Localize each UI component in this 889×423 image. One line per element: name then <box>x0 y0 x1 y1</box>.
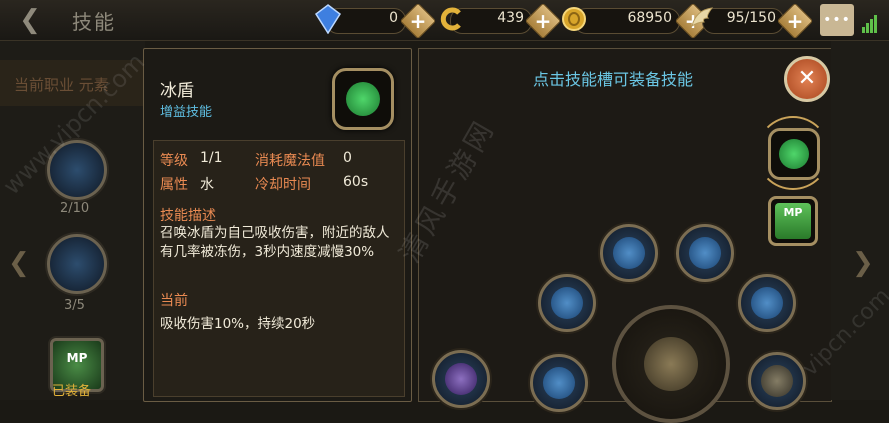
mana-value: 0 <box>343 150 352 166</box>
mana-label: 消耗魔法值 <box>255 153 325 169</box>
chevron-right-icon[interactable]: ❯ <box>852 248 874 278</box>
cooldown-value: 60s <box>343 174 369 190</box>
attribute-label: 属性 <box>160 177 188 193</box>
skill-slot-7[interactable] <box>748 352 806 410</box>
gold-c-icon <box>438 4 466 34</box>
attribute-value: 水 <box>200 177 214 193</box>
skill-slot-6[interactable] <box>530 354 588 412</box>
equip-title: 点击技能槽可装备技能 <box>532 70 693 89</box>
skill-slot-4[interactable] <box>738 274 796 332</box>
skill-node-2-count: 3/5 <box>64 298 85 313</box>
mp-badge: MP <box>66 351 88 365</box>
wing-icon <box>688 4 716 34</box>
equipped-label: 已装备 <box>52 384 92 399</box>
level-label: 等级 <box>160 153 188 169</box>
chevron-left-icon[interactable]: ❮ <box>8 248 30 278</box>
basic-attack-slot[interactable] <box>612 305 730 423</box>
gold-coin-icon <box>560 4 588 34</box>
ice-shield-icon <box>332 68 394 130</box>
description-title: 技能描述 <box>160 208 216 224</box>
close-icon: ✕ <box>797 66 817 91</box>
skill-slot-3[interactable] <box>538 274 596 332</box>
skill-name: 冰盾 <box>160 81 194 101</box>
skill-slot-5[interactable] <box>432 350 490 408</box>
skill-slot-1[interactable] <box>600 224 658 282</box>
chat-button[interactable]: ••• <box>820 4 854 36</box>
current-title: 当前 <box>160 293 188 309</box>
page-title: 技能 <box>72 10 116 34</box>
equipped-ice-shield-slot[interactable] <box>768 128 820 180</box>
current-text: 吸收伤害10%，持续20秒 <box>160 316 316 332</box>
chat-icon: ••• <box>823 12 851 28</box>
signal-icon <box>862 14 878 33</box>
back-arrow-icon[interactable]: ❮ <box>8 6 52 34</box>
skill-type: 增益技能 <box>160 105 213 120</box>
stamina-value: 95/150 <box>726 10 776 26</box>
gold-value: 68950 <box>627 10 672 26</box>
mp-slot[interactable]: MP <box>768 196 818 246</box>
coupon-value: 439 <box>497 10 524 26</box>
skill-node-1-count: 2/10 <box>60 201 90 216</box>
skill-slot-2[interactable] <box>676 224 734 282</box>
skill-node-2[interactable] <box>47 234 107 294</box>
close-button[interactable]: ✕ <box>784 56 830 102</box>
diamond-value: 0 <box>389 10 398 26</box>
description-text: 召唤冰盾为自己吸收伤害，附近的敌人有几率被冻伤，3秒内速度减慢30% <box>160 225 390 260</box>
blue-gem-icon <box>314 4 342 35</box>
level-value: 1/1 <box>200 150 223 166</box>
cooldown-label: 冷却时间 <box>255 177 311 193</box>
